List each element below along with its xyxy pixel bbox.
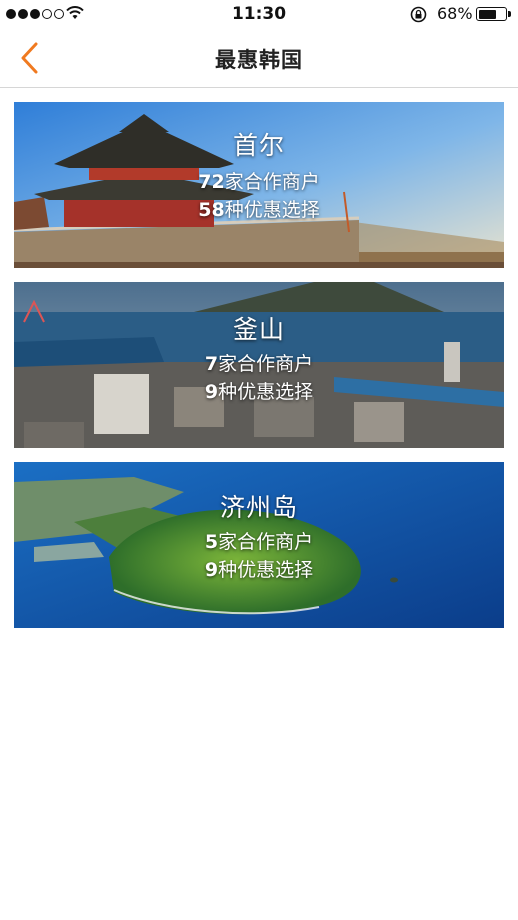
city-card-jeju[interactable]: 济州岛 5家合作商户 9种优惠选择: [14, 462, 504, 628]
city-name: 济州岛: [219, 493, 298, 522]
battery-icon: [476, 7, 511, 21]
merchants-info: 7家合作商户: [204, 353, 314, 375]
status-bar: 11:30 68%: [0, 0, 518, 28]
navigation-bar: 最惠韩国: [0, 28, 518, 88]
offers-info: 9种优惠选择: [204, 381, 314, 403]
rotation-lock-icon: [410, 6, 427, 23]
offers-info: 9种优惠选择: [204, 559, 314, 581]
city-name: 釜山: [232, 315, 285, 344]
merchants-info: 5家合作商户: [204, 531, 314, 553]
offers-info: 58种优惠选择: [198, 199, 320, 221]
battery-percent: 68%: [437, 4, 473, 23]
merchants-info: 72家合作商户: [198, 171, 320, 193]
page-title: 最惠韩国: [215, 48, 303, 72]
battery-level: [478, 9, 497, 19]
city-name: 首尔: [232, 131, 285, 160]
city-card-busan[interactable]: 釜山 7家合作商户 9种优惠选择: [14, 282, 504, 448]
city-card-seoul[interactable]: 首尔 72家合作商户 58种优惠选择: [14, 102, 504, 268]
